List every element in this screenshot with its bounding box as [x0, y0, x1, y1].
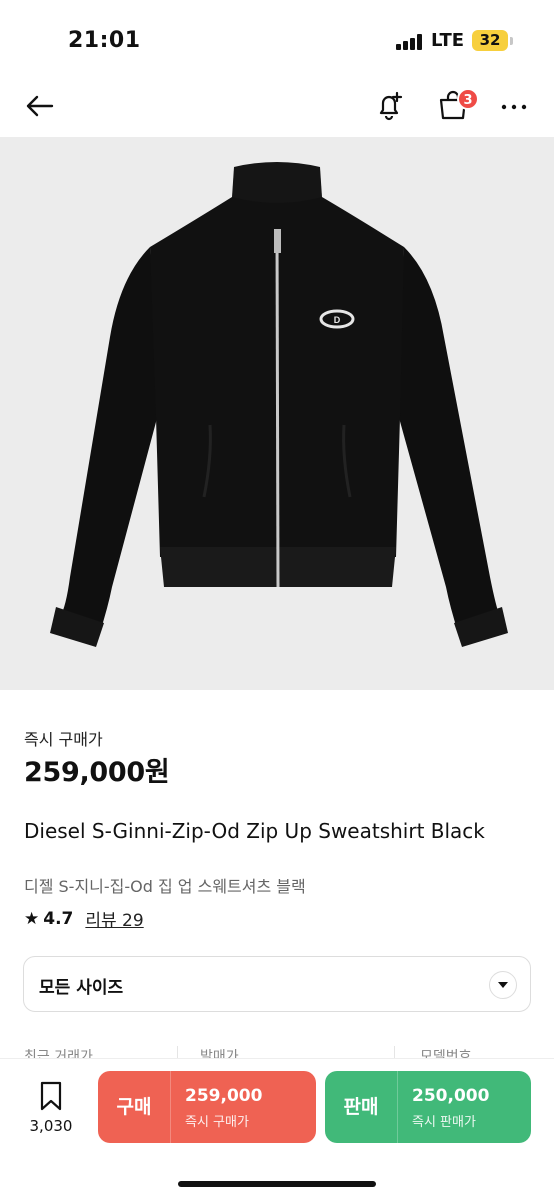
bookmark-count: 3,030 [29, 1117, 73, 1135]
product-image[interactable]: D [0, 137, 554, 690]
bookmark-icon [40, 1081, 62, 1111]
info-divider [394, 1046, 395, 1058]
buy-sub-label: 즉시 구매가 [185, 1115, 249, 1130]
rating-value: 4.7 [43, 908, 74, 929]
status-bar: 21:01 LTE 32 [0, 0, 554, 80]
app-header: 3 [0, 80, 554, 136]
cart-count-badge: 3 [457, 88, 479, 110]
sell-button[interactable]: 판매 250,000 즉시 판매가 [325, 1071, 531, 1143]
sell-label: 판매 [343, 1096, 379, 1118]
buy-price: 259,000 [185, 1086, 263, 1106]
price-label: 즉시 구매가 [24, 730, 103, 749]
svg-text:D: D [334, 315, 341, 325]
release-price-label: 발매가 [200, 1049, 239, 1058]
buy-divider [170, 1071, 171, 1143]
buy-label: 구매 [116, 1096, 152, 1118]
bell-plus-icon[interactable] [372, 88, 408, 124]
model-no-label: 모델번호 [420, 1049, 472, 1058]
rating-row: ★ 4.7 리뷰 29 [24, 906, 144, 932]
chevron-down-icon[interactable] [489, 971, 517, 999]
buy-button[interactable]: 구매 259,000 즉시 구매가 [98, 1071, 316, 1143]
product-title-en: Diesel S-Ginni-Zip-Od Zip Up Sweatshirt … [24, 819, 485, 843]
signal-icon [396, 34, 424, 50]
product-title-ko: 디젤 S-지니-집-Od 집 업 스웨트셔츠 블랙 [24, 877, 306, 896]
battery-icon: 32 [472, 30, 508, 51]
sell-sub-label: 즉시 판매가 [412, 1115, 476, 1130]
price-value: 259,000원 [24, 757, 170, 788]
star-icon: ★ [24, 908, 40, 929]
info-row: 최근 거래가 발매가 모델번호 [24, 1044, 534, 1058]
home-indicator [178, 1181, 376, 1187]
info-divider [177, 1046, 178, 1058]
battery-tip [510, 37, 513, 45]
bookmark-button[interactable]: 3,030 [22, 1081, 80, 1135]
network-label: LTE [431, 30, 465, 51]
size-select[interactable]: 모든 사이즈 [23, 956, 531, 1012]
review-link[interactable]: 리뷰 29 [85, 906, 143, 931]
sell-price: 250,000 [412, 1086, 490, 1106]
recent-trade-label: 최근 거래가 [24, 1049, 93, 1058]
status-time: 21:01 [68, 28, 141, 53]
more-icon[interactable] [498, 90, 530, 122]
sell-divider [397, 1071, 398, 1143]
back-arrow-icon[interactable] [22, 88, 58, 124]
bottom-action-bar: 3,030 구매 259,000 즉시 구매가 판매 250,000 즉시 판매… [0, 1058, 554, 1200]
size-select-value: 모든 사이즈 [39, 978, 124, 998]
